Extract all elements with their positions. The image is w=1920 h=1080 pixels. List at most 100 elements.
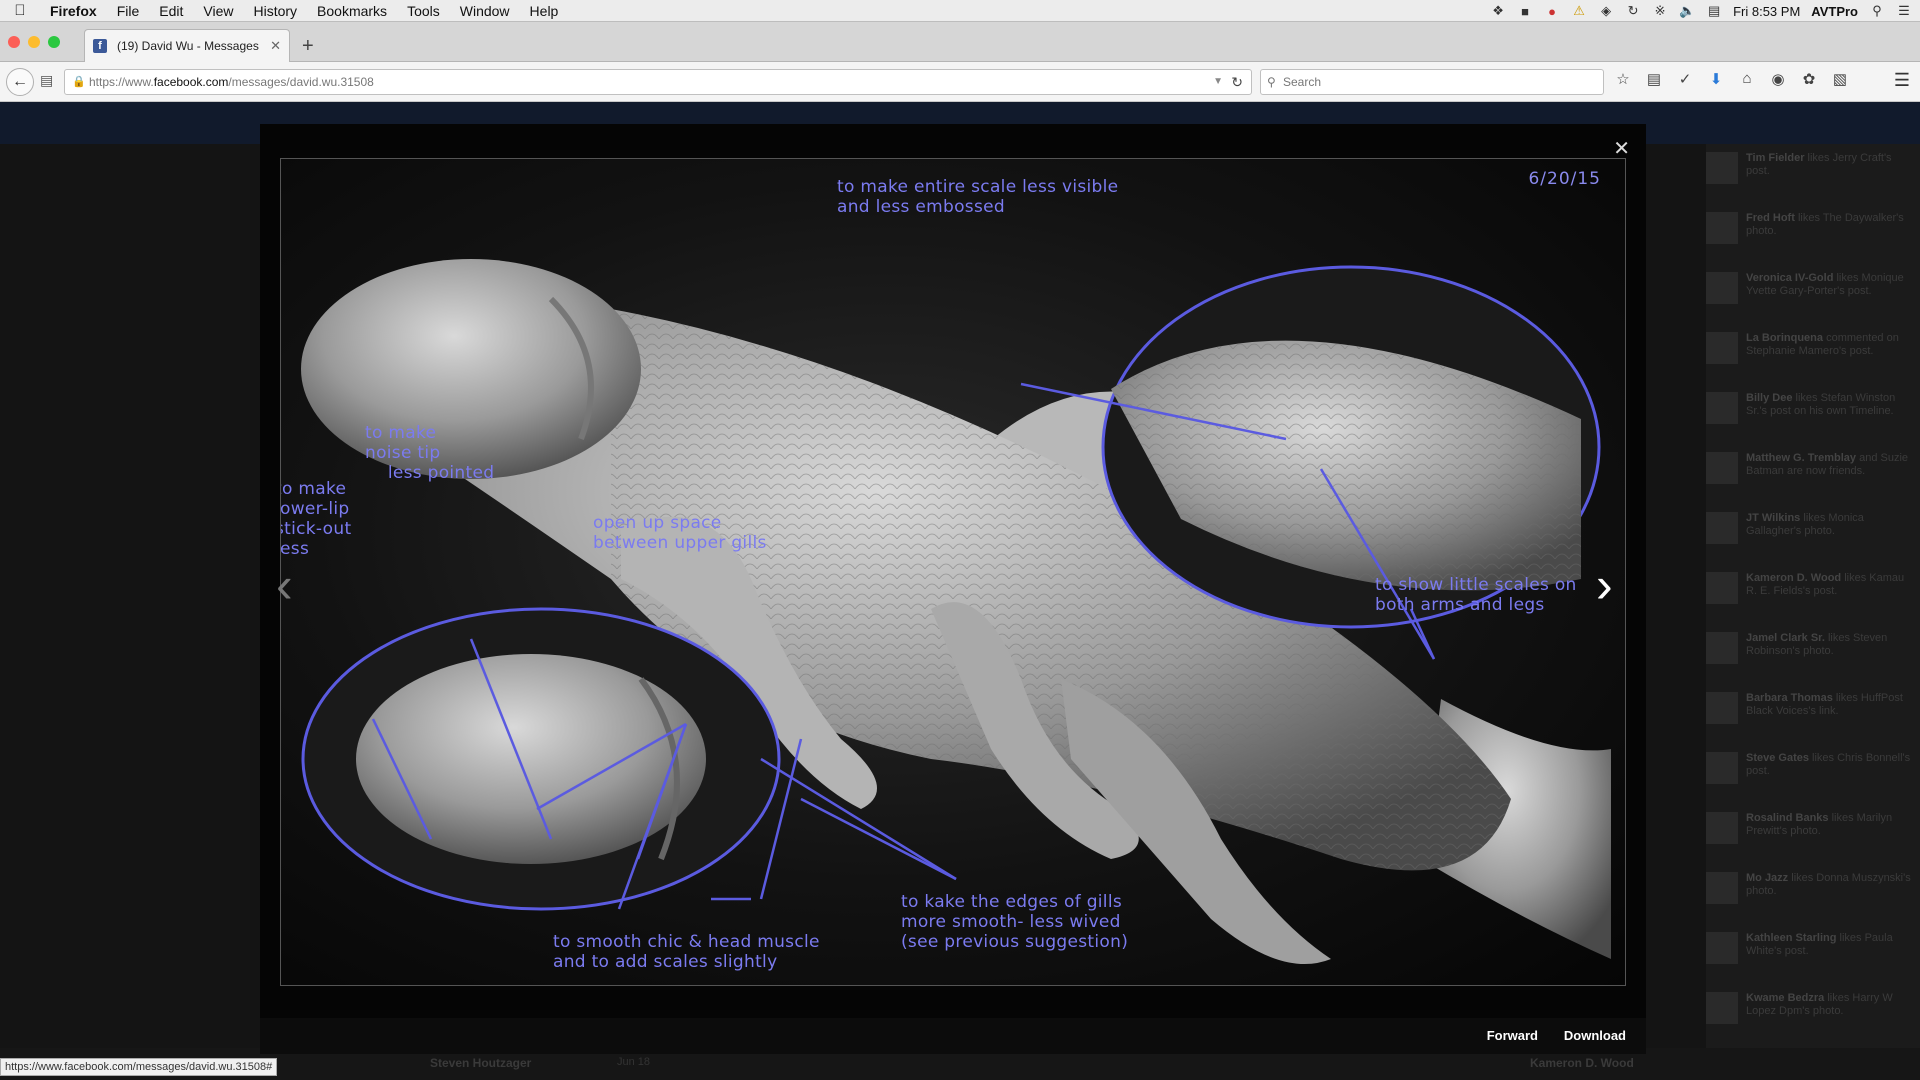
avatar [1706,452,1738,484]
avatar [1706,512,1738,544]
creature-render [301,259,1611,964]
forward-button[interactable]: Forward [1487,1028,1538,1043]
site-identity-icon[interactable]: ▤ [40,72,53,89]
avatar [1706,572,1738,604]
dropbox-icon[interactable]: ❖ [1490,3,1506,19]
avatar [1706,392,1738,424]
avatar [1706,692,1738,724]
avatar [1706,872,1738,904]
conversation-name[interactable]: Steven Houtzager [430,1056,531,1070]
search-icon: ⚲ [1267,75,1276,89]
ticker-item[interactable]: Steve Gates likes Chris Bonnell's post. [1706,752,1914,804]
url-path: /messages/david.wu.31508 [228,75,374,89]
conversation-date: Jun 18 [617,1056,651,1068]
date-stamp: 6/20/15 [1528,169,1601,189]
back-button[interactable]: ← [6,68,34,96]
previous-photo-chevron-icon[interactable]: ‹ [276,556,293,614]
apple-icon[interactable]:  [0,2,40,19]
download-button[interactable]: Download [1564,1028,1626,1043]
avatar [1706,152,1738,184]
ticker-item[interactable]: Fred Hoft likes The Daywalker's photo. [1706,212,1914,264]
home-icon[interactable]: ⌂ [1736,70,1758,88]
avatar [1706,932,1738,964]
avatar [1706,332,1738,364]
notification-center-icon[interactable]: ☰ [1896,3,1912,19]
macos-menubar:  Firefox File Edit View History Bookmar… [0,0,1920,22]
ticker-item[interactable]: Veronica IV-Gold likes Monique Yvette Ga… [1706,272,1914,324]
wifi-icon[interactable]: ◈ [1598,3,1614,19]
pocket-icon[interactable]: ✓ [1674,70,1696,88]
time-machine-icon[interactable]: ↻ [1625,3,1641,19]
menu-history[interactable]: History [243,0,307,22]
navigation-bar: ← ▤ 🔒 https://www.facebook.com/messages/… [0,62,1920,102]
evernote-icon[interactable]: ■ [1517,4,1533,19]
tab-strip: f (19) David Wu - Messages ✕ + [0,22,1920,62]
url-dropdown-icon[interactable]: ▼ [1213,70,1223,94]
lock-icon[interactable]: 🔒 [72,70,86,94]
ticker-item[interactable]: JT Wilkins likes Monica Gallagher's phot… [1706,512,1914,564]
annotation-gill-edges: to kake the edges of gills more smooth- … [901,892,1129,952]
menu-file[interactable]: File [107,0,150,22]
avatar [1706,212,1738,244]
next-photo-chevron-icon[interactable]: › [1596,556,1613,614]
annotation-nose: to make noise tip less pointed [365,423,495,483]
menubar-user[interactable]: AVTPro [1811,4,1858,19]
reload-icon[interactable]: ↻ [1231,70,1243,94]
menu-window[interactable]: Window [450,0,520,22]
url-bar[interactable]: 🔒 https://www.facebook.com/messages/davi… [64,69,1252,95]
bluetooth-icon[interactable]: ※ [1652,3,1668,19]
menu-bookmarks[interactable]: Bookmarks [307,0,397,22]
new-tab-button[interactable]: + [302,35,314,58]
ticker-item[interactable]: Barbara Thomas likes HuffPost Black Voic… [1706,692,1914,744]
battery-icon[interactable]: ▤ [1706,3,1722,19]
ticker-item[interactable]: Tim Fielder likes Jerry Craft's post. [1706,152,1914,204]
ticker-item[interactable]: La Borinquena commented on Stephanie Mam… [1706,332,1914,384]
avatar [1706,752,1738,784]
menu-tools[interactable]: Tools [397,0,450,22]
menubar-status-area: ❖ ■ ● ⚠ ◈ ↻ ※ 🔈 ▤ Fri 8:53 PM AVTPro ⚲ ☰ [1490,0,1912,22]
ticker-item[interactable]: Mo Jazz likes Donna Muszynski's photo. [1706,872,1914,924]
warning-icon[interactable]: ⚠ [1571,3,1587,19]
search-input[interactable]: ⚲ Search [1260,69,1604,95]
window-zoom-button[interactable] [48,36,60,48]
zoomed-head [356,654,706,864]
annotation-chin: to smooth chic & head muscle and to add … [553,932,820,972]
annotation-arms-legs: to show little scales on both arms and l… [1375,575,1577,615]
hamburger-menu-icon[interactable]: ☰ [1894,70,1910,91]
menubar-clock[interactable]: Fri 8:53 PM [1733,4,1800,19]
menu-help[interactable]: Help [520,0,569,22]
url-prefix: https://www. [89,75,154,89]
chat-contact-name[interactable]: Kameron D. Wood [1530,1056,1634,1070]
ticker-item[interactable]: Kathleen Starling likes Paula White's po… [1706,932,1914,984]
search-placeholder: Search [1283,75,1322,89]
record-icon[interactable]: ● [1544,4,1560,19]
chat-icon[interactable]: ◉ [1767,70,1789,88]
tab-david-wu-messages[interactable]: f (19) David Wu - Messages ✕ [84,29,290,62]
extension-icon[interactable]: ✿ [1798,70,1820,88]
ticker-item[interactable]: Billy Dee likes Stefan Winston Sr.'s pos… [1706,392,1914,444]
clipboard-icon[interactable]: ▧ [1829,70,1851,88]
activity-ticker: Tim Fielder likes Jerry Craft's post. Fr… [1706,144,1920,1074]
ticker-item[interactable]: Matthew G. Tremblay and Suzie Batman are… [1706,452,1914,504]
window-close-button[interactable] [8,36,20,48]
status-bar-link-preview: https://www.facebook.com/messages/david.… [0,1058,278,1076]
photo-viewer-footer: Forward Download [260,1018,1646,1054]
downloads-icon[interactable]: ⬇ [1705,70,1727,88]
ticker-item[interactable]: Kwame Bedzra likes Harry W Lopez Dpm's p… [1706,992,1914,1044]
ticker-item[interactable]: Rosalind Banks likes Marilyn Prewitt's p… [1706,812,1914,864]
volume-icon[interactable]: 🔈 [1679,3,1695,19]
bookmarks-menu-icon[interactable]: ▤ [1643,70,1665,88]
spotlight-search-icon[interactable]: ⚲ [1869,3,1885,19]
ticker-item[interactable]: Kameron D. Wood likes Kamau R. E. Fields… [1706,572,1914,624]
menu-view[interactable]: View [193,0,243,22]
menu-edit[interactable]: Edit [149,0,193,22]
annotated-creature-image: 6/20/15 to make entire scale less visibl… [280,158,1626,986]
avatar [1706,632,1738,664]
menu-app-firefox[interactable]: Firefox [40,0,107,22]
url-host: facebook.com [153,75,229,89]
ticker-item[interactable]: Jamel Clark Sr. likes Steven Robinson's … [1706,632,1914,684]
bookmark-star-icon[interactable]: ☆ [1612,70,1634,88]
annotation-lip: to make lower-lip stick-out less [280,479,352,559]
window-minimize-button[interactable] [28,36,40,48]
tab-close-icon[interactable]: ✕ [270,38,281,54]
